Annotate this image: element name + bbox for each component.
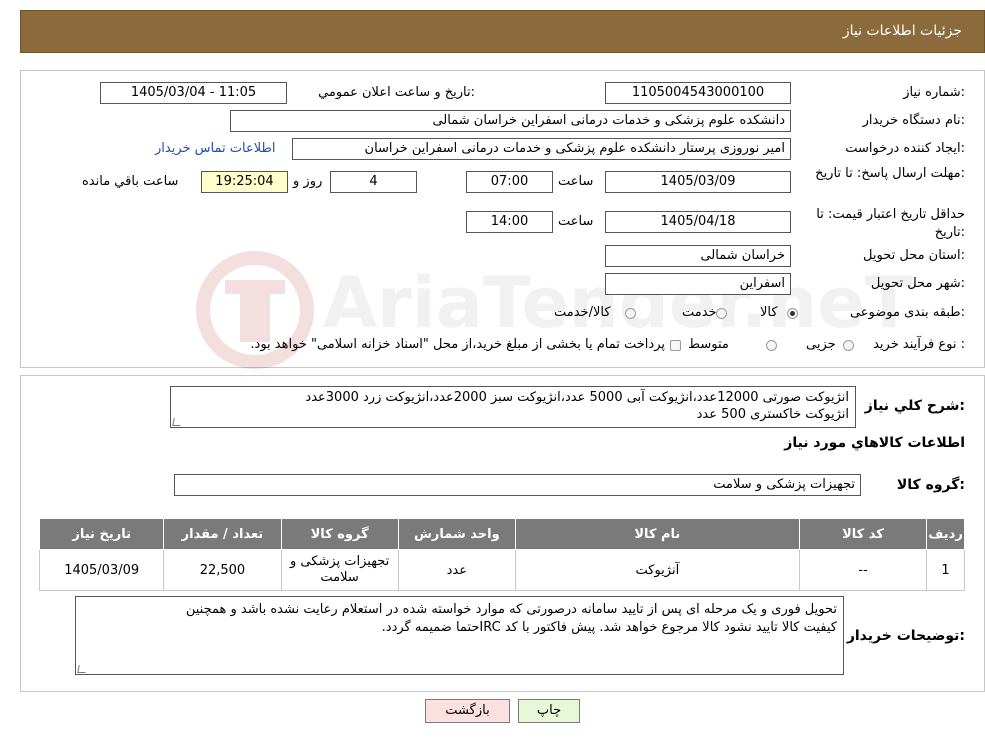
validity-time-field: 14:00 <box>466 211 553 233</box>
purchase-minor-radio[interactable] <box>843 340 854 351</box>
general-desc-textarea[interactable]: انژیوکت صورتی 12000عدد،انژیوکت آبی 5000 … <box>170 386 856 428</box>
page-title: جزئیات اطلاعات نیاز <box>842 23 962 39</box>
goods-table: ردیف کد کالا نام کالا واحد شمارش گروه کا… <box>38 518 965 591</box>
category-label: طبقه بندی موضوعی: <box>849 305 965 320</box>
delivery-province-field: خراسان شمالی <box>605 245 791 267</box>
reply-days-field: 4 <box>330 171 417 193</box>
back-button[interactable]: بازگشت <box>425 699 510 723</box>
cell-qty: 22,500 <box>163 549 282 591</box>
delivery-city-label: شهر محل تحویل: <box>870 276 965 291</box>
col-code: کد کالا <box>798 518 928 550</box>
buyer-notes-line-1: تحویل فوری و یک مرحله ای پس از تایید سام… <box>185 602 837 617</box>
page-header: جزئیات اطلاعات نیاز <box>20 10 985 53</box>
print-button[interactable]: چاپ <box>518 699 580 723</box>
purchase-minor-label: جزیی <box>806 337 836 352</box>
reply-deadline-label: مهلت ارسال پاسخ: تا تاریخ: <box>815 166 965 181</box>
purchase-treasury-note: پرداخت تمام یا بخشی از مبلغ خرید،از محل … <box>250 337 665 352</box>
requester-field: امیر نوروزی پرستار دانشکده علوم پزشکی و … <box>292 138 791 160</box>
table-row: 1 -- آنژیوکت عدد تجهیزات پزشکی و سلامت 2… <box>38 549 965 591</box>
resize-grip-icon[interactable] <box>77 665 87 673</box>
day-and-label: روز و <box>293 174 323 189</box>
category-goods-radio[interactable] <box>787 308 798 319</box>
category-goods-label: کالا <box>760 305 778 320</box>
validity-time-label: ساعت <box>558 214 594 229</box>
buyer-org-field: دانشکده علوم پزشکی و خدمات درمانی اسفرای… <box>230 110 791 132</box>
delivery-city-field: اسفراین <box>605 273 791 295</box>
reply-time-label: ساعت <box>558 174 594 189</box>
cell-group: تجهیزات پزشکی و سلامت <box>280 549 399 591</box>
general-desc-line-2: انژیوکت خاکستری 500 عدد <box>696 407 849 422</box>
purchase-medium-radio[interactable] <box>766 340 777 351</box>
goods-group-field: تجهیزات پزشکی و سلامت <box>174 474 861 496</box>
cell-unit: عدد <box>397 549 516 591</box>
reply-date-field: 1405/03/09 <box>605 171 791 193</box>
col-qty: تعداد / مقدار <box>163 518 282 550</box>
buyer-notes-label: توضیحات خریدار: <box>846 628 965 644</box>
general-desc-line-1: انژیوکت صورتی 12000عدد،انژیوکت آبی 5000 … <box>305 390 849 405</box>
col-row: ردیف <box>926 518 965 550</box>
table-header-row: ردیف کد کالا نام کالا واحد شمارش گروه کا… <box>38 518 965 550</box>
announce-datetime-label: تاريخ و ساعت اعلان عمومي: <box>318 85 475 100</box>
buyer-contact-link[interactable]: اطلاعات تماس خریدار <box>155 141 275 156</box>
col-name: نام کالا <box>514 518 800 550</box>
buyer-notes-textarea[interactable]: تحویل فوری و یک مرحله ای پس از تایید سام… <box>75 596 844 675</box>
goods-info-heading: اطلاعات کالاهاي مورد نياز <box>784 435 965 451</box>
category-goods-service-radio[interactable] <box>625 308 636 319</box>
reply-time-field: 07:00 <box>466 171 553 193</box>
cell-row: 1 <box>926 549 965 591</box>
delivery-province-label: استان محل تحویل: <box>863 248 965 263</box>
purchase-type-label: نوع فرآیند خرید : <box>873 337 965 352</box>
purchase-treasury-checkbox[interactable] <box>670 340 681 351</box>
reply-remaining-field: 19:25:04 <box>201 171 288 193</box>
category-service-radio[interactable] <box>716 308 727 319</box>
need-number-field: 1105004543000100 <box>605 82 791 104</box>
cell-code: -- <box>798 549 928 591</box>
announce-datetime-field: 1405/03/04 - 11:05 <box>100 82 287 104</box>
col-date: تاریخ نیاز <box>38 518 165 550</box>
remaining-label: ساعت باقي مانده <box>82 174 179 189</box>
cell-date: 1405/03/09 <box>38 549 165 591</box>
category-service-label: خدمت <box>682 305 717 320</box>
goods-group-label: گروه کالا: <box>896 477 965 493</box>
category-goods-service-label: کالا/خدمت <box>554 305 611 320</box>
cell-name: آنژیوکت <box>514 549 800 591</box>
min-validity-label: حداقل تاریخ اعتبار قیمت: تا تاریخ: <box>816 207 965 240</box>
need-number-label: شماره نیاز: <box>903 85 965 100</box>
buyer-org-label: نام دستگاه خریدار: <box>862 113 965 128</box>
general-desc-label: شرح کلي نياز: <box>864 398 965 414</box>
validity-date-field: 1405/04/18 <box>605 211 791 233</box>
requester-label: ایجاد کننده درخواست: <box>845 141 965 156</box>
resize-grip-icon[interactable] <box>172 418 182 426</box>
col-unit: واحد شمارش <box>397 518 516 550</box>
buyer-notes-line-2: کیفیت کالا تایید نشود کالا مرجوع خواهد ش… <box>381 620 837 635</box>
purchase-medium-label: متوسط <box>688 337 729 352</box>
col-group: گروه کالا <box>280 518 399 550</box>
